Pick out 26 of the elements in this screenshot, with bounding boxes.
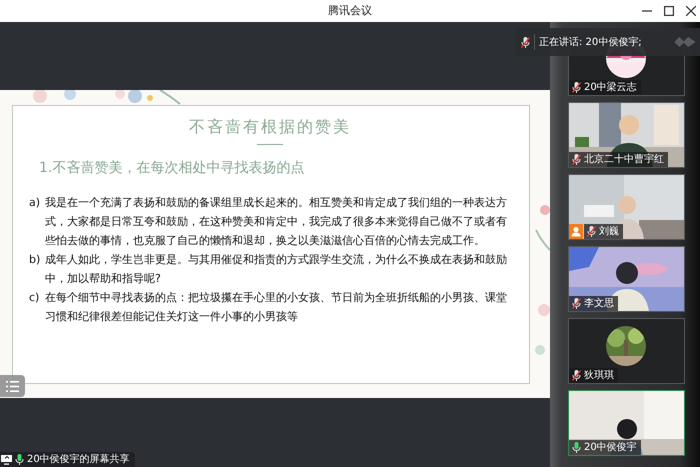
list-item-text: 成年人如此，学生岂非更是。与其用催促和指责的方式跟学生交流，为什么不换成在表扬和鼓励中，加以帮助和指导呢? xyxy=(45,252,508,287)
participant-name: 狄琪琪 xyxy=(584,368,614,383)
logo-icon xyxy=(674,37,696,47)
participant-tile[interactable]: 20中侯俊宇 xyxy=(568,390,685,456)
participant-tile[interactable]: 狄琪琪 xyxy=(568,318,685,384)
outline-menu-button[interactable] xyxy=(0,375,25,397)
participant-tile[interactable]: 李文思 xyxy=(568,246,685,312)
slide-title: 不吝啬有根据的赞美 xyxy=(188,116,352,138)
participant-tile[interactable]: 北京二十中曹宇红 xyxy=(568,102,685,168)
list-icon xyxy=(6,380,19,392)
window-title: 腾讯会议 xyxy=(328,3,372,19)
list-marker: c) xyxy=(29,290,40,306)
close-icon[interactable] xyxy=(686,6,696,16)
participant-name: 20中侯俊宇 xyxy=(584,440,637,455)
participant-tile[interactable]: 刘巍 xyxy=(568,174,685,240)
slide-heading: 1.不吝啬赞美，在每次相处中寻找表扬的点 xyxy=(39,159,306,178)
participant-name: 北京二十中曹宇红 xyxy=(584,152,664,167)
participant-name: 刘巍 xyxy=(599,224,619,239)
share-label-text: 20中侯俊宇的屏幕共享 xyxy=(27,452,130,467)
list-item-text: 我是在一个充满了表扬和鼓励的备课组里成长起来的。相互赞美和肯定成了我们组的一种表达方式，大家都是日常互夸和鼓励，在这种赞美和肯定中，我完成了很多本来觉得自己做不了或者有些怕去做的事情，也克服了自己的懒惰和退却，换之以美滋滋信心百倍的心情去完成工作。 xyxy=(45,195,508,249)
participant-name: 20中梁云志 xyxy=(584,80,637,95)
maximize-icon[interactable] xyxy=(664,6,674,16)
list-item-text: 在每个细节中寻找表扬的点：把垃圾攥在手心里的小女孩、节日前为全班折纸船的小男孩、课堂习惯和纪律很差但能记住关灯这一件小事的小男孩等 xyxy=(45,290,508,325)
list-marker: b) xyxy=(29,252,42,268)
list-marker: a) xyxy=(29,195,42,211)
participant-name: 李文思 xyxy=(584,296,614,311)
